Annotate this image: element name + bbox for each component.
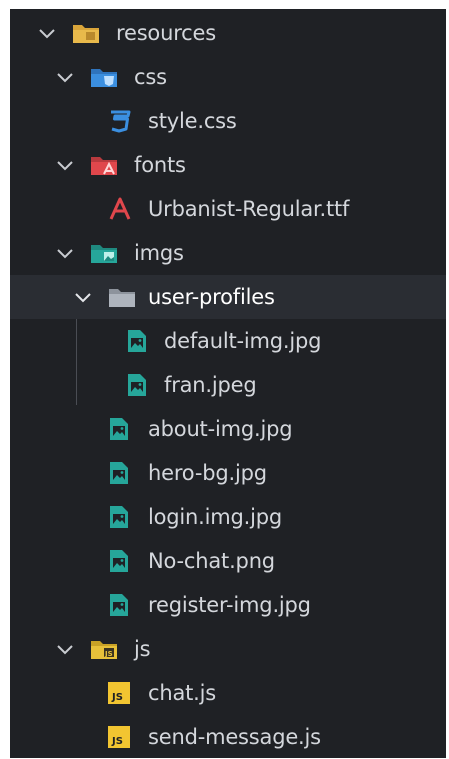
tree-item-label: css xyxy=(134,65,167,89)
tree-file-login-img[interactable]: login.img.jpg xyxy=(10,495,446,539)
tree-folder-css[interactable]: css xyxy=(10,55,446,99)
js-file-icon: JS xyxy=(108,671,130,715)
chevron-down-icon[interactable] xyxy=(56,627,74,671)
image-file-icon xyxy=(108,451,130,495)
tree-folder-imgs[interactable]: imgs xyxy=(10,231,446,275)
fonts-folder-icon xyxy=(90,143,118,187)
tree-item-label: fran.jpeg xyxy=(164,373,257,397)
tree-folder-fonts[interactable]: fonts xyxy=(10,143,446,187)
image-file-icon xyxy=(126,319,148,363)
image-file-icon xyxy=(108,583,130,627)
tree-file-register-img[interactable]: register-img.jpg xyxy=(10,583,446,627)
tree-file-no-chat[interactable]: No-chat.png xyxy=(10,539,446,583)
tree-file-default-img[interactable]: default-img.jpg xyxy=(10,319,446,363)
tree-file-hero-bg[interactable]: hero-bg.jpg xyxy=(10,451,446,495)
tree-item-label: register-img.jpg xyxy=(148,593,311,617)
tree-item-label: fonts xyxy=(134,153,186,177)
image-file-icon xyxy=(126,363,148,407)
tree-item-label: style.css xyxy=(148,109,237,133)
file-explorer-tree: resources css style.css fonts Urbanist-R… xyxy=(10,9,446,758)
svg-text:JS: JS xyxy=(111,692,123,703)
tree-item-label: imgs xyxy=(134,241,184,265)
image-file-icon xyxy=(108,539,130,583)
svg-text:JS: JS xyxy=(111,736,123,747)
tree-folder-resources[interactable]: resources xyxy=(10,11,446,55)
resources-folder-icon xyxy=(72,11,100,55)
tree-item-label: hero-bg.jpg xyxy=(148,461,267,485)
chevron-down-icon[interactable] xyxy=(56,55,74,99)
chevron-down-icon[interactable] xyxy=(74,275,92,319)
tree-item-label: js xyxy=(134,637,151,661)
tree-item-label: No-chat.png xyxy=(148,549,275,573)
js-folder-icon: JS xyxy=(90,627,118,671)
tree-file-style-css[interactable]: style.css xyxy=(10,99,446,143)
image-file-icon xyxy=(108,495,130,539)
tree-file-chat-js[interactable]: JS chat.js xyxy=(10,671,446,715)
tree-item-label: about-img.jpg xyxy=(148,417,293,441)
tree-item-label: send-message.js xyxy=(148,725,321,749)
tree-file-about-img[interactable]: about-img.jpg xyxy=(10,407,446,451)
tree-folder-js[interactable]: JS js xyxy=(10,627,446,671)
images-folder-icon xyxy=(90,231,118,275)
tree-item-label: user-profiles xyxy=(148,285,275,309)
tree-item-label: chat.js xyxy=(148,681,217,705)
tree-item-label: Urbanist-Regular.ttf xyxy=(148,197,350,221)
chevron-down-icon[interactable] xyxy=(56,143,74,187)
chevron-down-icon[interactable] xyxy=(38,11,56,55)
chevron-down-icon[interactable] xyxy=(56,231,74,275)
image-file-icon xyxy=(108,407,130,451)
tree-file-send-message-js[interactable]: JS send-message.js xyxy=(10,715,446,758)
css-file-icon xyxy=(108,99,132,143)
tree-file-fran[interactable]: fran.jpeg xyxy=(10,363,446,407)
tree-item-label: resources xyxy=(116,21,216,45)
tree-file-urbanist-ttf[interactable]: Urbanist-Regular.ttf xyxy=(10,187,446,231)
svg-text:JS: JS xyxy=(104,650,113,658)
font-file-icon xyxy=(108,187,132,231)
tree-item-label: login.img.jpg xyxy=(148,505,283,529)
tree-folder-user-profiles[interactable]: user-profiles xyxy=(10,275,446,319)
tree-item-label: default-img.jpg xyxy=(164,329,322,353)
js-file-icon: JS xyxy=(108,715,130,758)
folder-icon xyxy=(108,275,136,319)
css-folder-icon xyxy=(90,55,118,99)
